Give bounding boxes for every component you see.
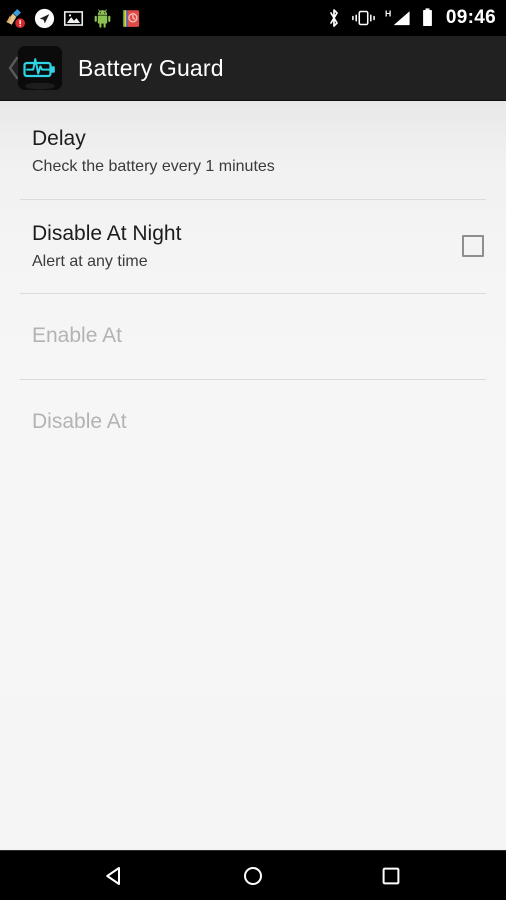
nav-back-button[interactable] [83, 851, 147, 900]
preference-text-delay: Delay Check the battery every 1 minutes [32, 127, 484, 177]
preference-text-disable-at-night: Disable At Night Alert at any time [32, 222, 448, 272]
preference-title-disable-at: Disable At [32, 410, 127, 434]
back-triangle-icon [102, 863, 128, 889]
alarm-book-icon [121, 8, 142, 29]
home-circle-icon [240, 863, 266, 889]
status-bar-system-icons: H 09:46 [326, 7, 496, 29]
preference-list: Delay Check the battery every 1 minutes … [0, 101, 506, 850]
nav-home-button[interactable] [221, 851, 285, 900]
preference-title-enable-at: Enable At [32, 324, 122, 348]
svg-text:H: H [385, 9, 391, 19]
preference-text-enable-at: Enable At [32, 324, 484, 348]
preference-row-disable-at: Disable At [0, 380, 506, 465]
battery-icon [421, 7, 434, 29]
disable-at-night-checkbox[interactable] [462, 235, 484, 258]
signal-h-icon: H [385, 7, 412, 29]
status-bar: H 09:46 [0, 0, 506, 36]
vibrate-icon [351, 8, 376, 28]
preference-title-delay: Delay [32, 127, 86, 150]
nav-recents-button[interactable] [359, 851, 423, 900]
android-robot-icon [92, 8, 113, 29]
navigation-arrow-icon [34, 8, 55, 29]
cleaner-broom-alert-icon [4, 7, 26, 29]
preference-row-delay[interactable]: Delay Check the battery every 1 minutes [0, 101, 506, 199]
battery-pulse-icon[interactable] [18, 46, 62, 90]
preference-summary-disable-at-night: Alert at any time [32, 252, 148, 270]
action-bar: Battery Guard [0, 36, 506, 101]
status-bar-notification-icons [4, 7, 326, 29]
preference-widget-disable-at-night[interactable] [462, 235, 484, 258]
status-bar-clock: 09:46 [445, 7, 496, 28]
preference-row-disable-at-night[interactable]: Disable At Night Alert at any time [0, 200, 506, 294]
page-title: Battery Guard [78, 54, 224, 81]
preference-row-enable-at: Enable At [0, 294, 506, 379]
android-screen: H 09:46 Battery Guard Delay Check the ba… [0, 0, 506, 900]
preference-summary-delay: Check the battery every 1 minutes [32, 158, 275, 176]
navigation-bar [0, 850, 506, 900]
photo-image-icon [63, 8, 84, 29]
bluetooth-icon [326, 7, 342, 29]
preference-text-disable-at: Disable At [32, 410, 484, 434]
recents-square-icon [378, 863, 404, 889]
preference-title-disable-at-night: Disable At Night [32, 221, 182, 245]
